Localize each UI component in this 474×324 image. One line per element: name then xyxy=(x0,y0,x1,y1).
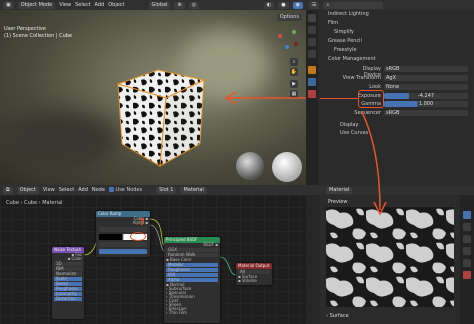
world-tab-icon[interactable] xyxy=(308,50,316,58)
display-device-dropdown[interactable]: sRGB xyxy=(384,66,468,72)
zoom-icon[interactable]: ⌕ xyxy=(290,58,298,66)
scene-tab-icon-2[interactable] xyxy=(463,235,471,243)
material-selector[interactable]: Material xyxy=(180,186,207,194)
world-tab-icon-2[interactable] xyxy=(463,247,471,255)
node-editor-header: ⧉ Object View Select Add Node Use Nodes … xyxy=(0,185,320,195)
material-preview-image xyxy=(326,207,454,307)
options-button[interactable]: Options xyxy=(276,14,302,21)
slot-dropdown[interactable]: Slot 1 xyxy=(156,186,177,194)
shading-material-icon[interactable]: ◉ xyxy=(292,1,303,9)
section-grease-pencil[interactable]: Grease Pencil xyxy=(320,37,470,45)
navigation-gizmo[interactable] xyxy=(274,28,300,54)
section-simplify[interactable]: Simplify xyxy=(320,28,470,36)
shader-type-dropdown[interactable]: Object xyxy=(16,186,39,194)
annotation-arrow-preview xyxy=(361,111,387,216)
viewport-header: ▣ Object Mode View Select Add Object Glo… xyxy=(0,0,306,10)
view-transform-label: View Transform xyxy=(342,75,381,81)
overlay-icon[interactable]: ◐ xyxy=(263,1,275,9)
shading-solid-icon[interactable]: ● xyxy=(278,1,289,9)
cube-object[interactable] xyxy=(108,62,218,172)
section-color-management[interactable]: Color Management xyxy=(320,55,470,63)
section-film[interactable]: Film xyxy=(320,19,470,27)
material-output-node[interactable]: Material Output All ▪ Surface ▪ Volume xyxy=(236,263,272,285)
viewport-subtitle: (1) Scene Collection | Cube xyxy=(4,33,73,39)
menu-object[interactable]: Object xyxy=(108,2,124,8)
hdri-preview-ball xyxy=(236,152,264,180)
node-menu-node[interactable]: Node xyxy=(92,187,105,193)
exposure-value: -4.247 xyxy=(417,93,435,99)
node-editor-side-toolbar xyxy=(306,195,320,324)
material-object-selector[interactable]: Material xyxy=(326,187,353,194)
look-dropdown[interactable]: None xyxy=(384,84,468,90)
color-ramp-stop-field[interactable] xyxy=(99,242,147,247)
exposure-slider[interactable]: -4.247 xyxy=(384,93,468,99)
transform-orientation-dropdown[interactable]: Global xyxy=(148,1,171,9)
gamma-slider[interactable]: 1.000 xyxy=(384,101,468,107)
viewport-title: User Perspective xyxy=(4,26,46,32)
tool-tab-icon[interactable] xyxy=(463,211,471,219)
menu-add[interactable]: Add xyxy=(95,2,105,8)
properties-tabs xyxy=(306,10,318,185)
color-ramp-fac[interactable] xyxy=(99,249,147,254)
editor-type-button[interactable]: ▣ xyxy=(3,1,14,9)
surface-section[interactable]: › Surface xyxy=(326,313,446,319)
output-tab-icon[interactable] xyxy=(308,26,316,34)
mode-dropdown[interactable]: Object Mode xyxy=(17,1,56,9)
modifier-tab-icon[interactable] xyxy=(308,78,316,86)
properties-search-icon[interactable]: ⌕ xyxy=(323,1,384,9)
object-tab-icon[interactable] xyxy=(308,66,316,74)
node-links xyxy=(83,218,237,276)
noise-texture-node[interactable]: Noise Texture ▪ Fac ▪ Color 3D fBM Norma… xyxy=(52,247,84,319)
scene-tab-icon[interactable] xyxy=(308,38,316,46)
use-nodes-checkbox[interactable]: Use Nodes xyxy=(108,187,143,193)
material-panel-tabs xyxy=(460,195,474,324)
render-tab-icon-2[interactable] xyxy=(463,223,471,231)
diffuse-preview-ball xyxy=(272,152,302,182)
material-tab-icon[interactable] xyxy=(308,90,316,98)
annotation-arrow-viewport xyxy=(224,91,318,105)
snap-icon[interactable]: ⊕ xyxy=(174,1,185,9)
use-nodes-label: Use Nodes xyxy=(115,187,143,193)
preview-label[interactable]: Preview xyxy=(328,199,347,205)
node-menu-view[interactable]: View xyxy=(43,187,55,193)
section-indirect-lighting[interactable]: Indirect Lighting xyxy=(320,10,470,18)
camera-icon[interactable]: ▶ xyxy=(290,80,298,88)
properties-editor-icon[interactable]: ☰ xyxy=(309,1,320,9)
node-menu-select[interactable]: Select xyxy=(59,187,74,193)
annotation-bracket xyxy=(320,98,358,99)
node-editor-type-icon[interactable]: ⧉ xyxy=(3,186,13,194)
section-freestyle[interactable]: Freestyle xyxy=(320,46,470,54)
material-tab-icon-2[interactable] xyxy=(463,271,471,279)
principled-bsdf-node[interactable]: Principled BSDF BSDF ▪ GGX Random Walk ▪… xyxy=(164,237,220,323)
render-tab-icon[interactable] xyxy=(308,14,316,22)
proportional-edit-icon[interactable]: ◎ xyxy=(188,1,200,9)
gamma-value: 1.000 xyxy=(418,101,434,107)
pan-hand-icon[interactable]: ✋ xyxy=(290,68,298,76)
view-transform-dropdown[interactable]: AgX xyxy=(384,75,468,81)
object-tab-icon-2[interactable] xyxy=(463,259,471,267)
menu-select[interactable]: Select xyxy=(75,2,90,8)
properties-header: ☰ ⌕ xyxy=(306,0,474,10)
material-object-label: Material xyxy=(329,187,350,193)
shader-node-editor[interactable]: Cube › Cube › Material Noise Texture ▪ F… xyxy=(0,195,320,324)
surface-label: Surface xyxy=(329,313,349,319)
menu-view[interactable]: View xyxy=(59,2,71,8)
node-menu-add[interactable]: Add xyxy=(78,187,88,193)
annotation-highlight xyxy=(358,90,384,108)
annotation-circle xyxy=(130,232,146,241)
annotation-question-mark: ? xyxy=(139,217,145,228)
